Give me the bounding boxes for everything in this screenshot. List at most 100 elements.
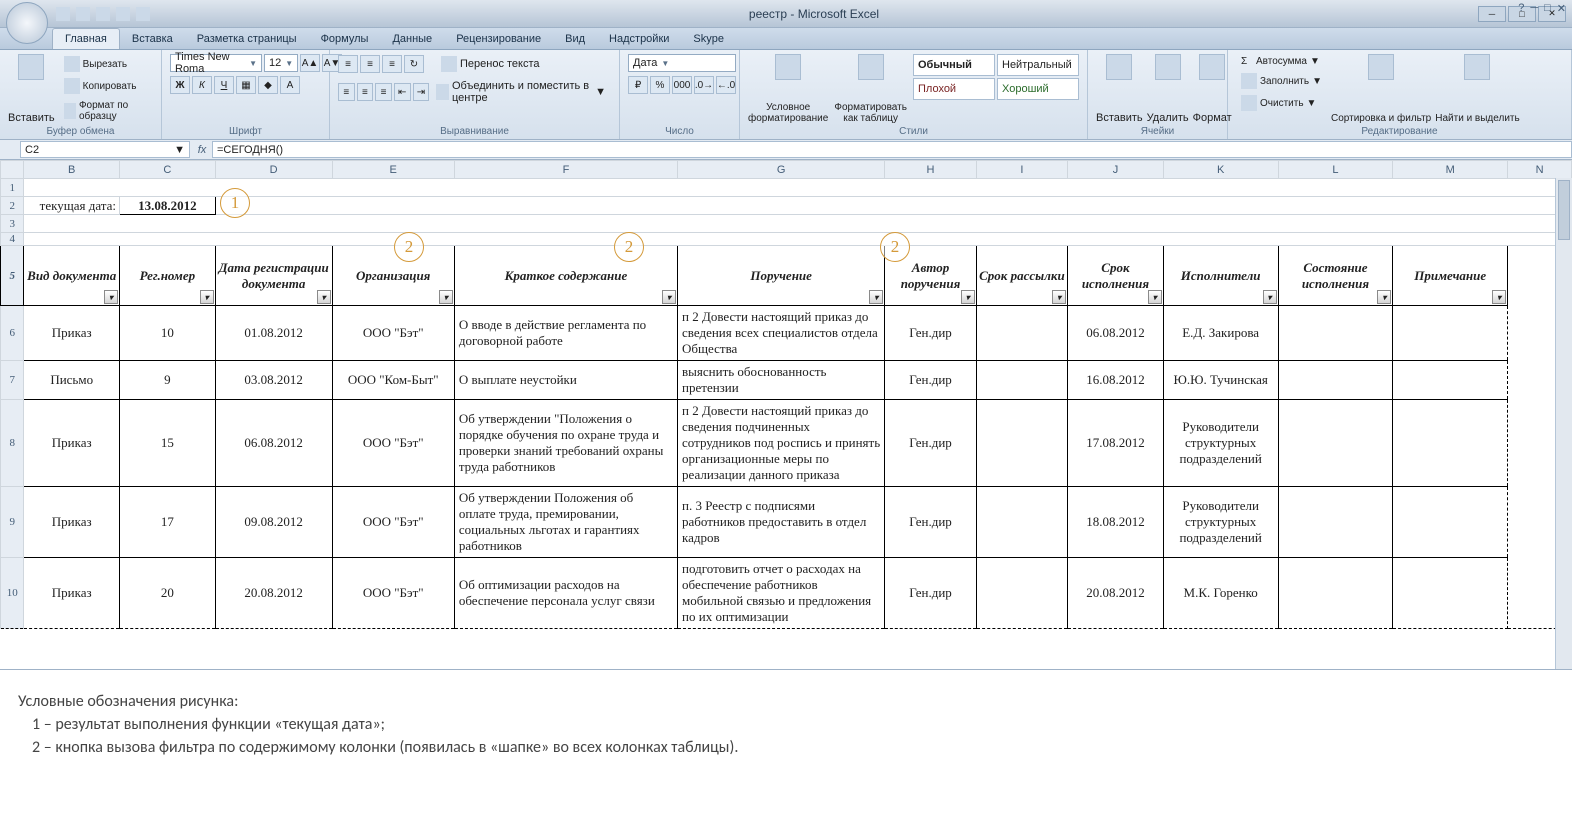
delete-cells-icon[interactable] bbox=[1155, 54, 1181, 80]
tab-addins[interactable]: Надстройки bbox=[597, 29, 681, 49]
align-center-icon[interactable]: ≡ bbox=[357, 83, 374, 101]
cell[interactable] bbox=[1278, 558, 1393, 629]
hdr-org[interactable]: Организация▾ bbox=[332, 246, 454, 306]
tab-skype[interactable]: Skype bbox=[681, 29, 736, 49]
row-hdr-5[interactable]: 5 bbox=[1, 246, 24, 306]
filter-btn-nom[interactable]: ▾ bbox=[200, 290, 214, 304]
close-doc-icon[interactable]: ✕ bbox=[1557, 2, 1566, 15]
cell[interactable] bbox=[1278, 400, 1393, 487]
cell[interactable]: п 2 Довести настоящий приказ до сведения… bbox=[678, 306, 885, 361]
filter-btn-vid[interactable]: ▾ bbox=[104, 290, 118, 304]
cell[interactable]: 01.08.2012 bbox=[215, 306, 332, 361]
cell[interactable]: Руководители структурных подразделений bbox=[1163, 487, 1278, 558]
hdr-rassylka[interactable]: Срок рассылки▾ bbox=[976, 246, 1067, 306]
cell[interactable]: 15 bbox=[120, 400, 216, 487]
cell[interactable]: М.К. Горенко bbox=[1163, 558, 1278, 629]
office-button[interactable] bbox=[6, 2, 48, 44]
col-C[interactable]: C bbox=[120, 161, 216, 179]
cell[interactable]: ООО "Бэт" bbox=[332, 487, 454, 558]
paste-icon[interactable] bbox=[18, 54, 44, 80]
formula-input[interactable]: =СЕГОДНЯ() bbox=[212, 141, 1572, 158]
indent-dec-icon[interactable]: ⇤ bbox=[394, 83, 411, 101]
cell[interactable]: 06.08.2012 bbox=[215, 400, 332, 487]
cell[interactable] bbox=[1393, 487, 1508, 558]
cell[interactable]: ООО "Бэт" bbox=[332, 558, 454, 629]
cell[interactable]: ООО "Бэт" bbox=[332, 306, 454, 361]
cell[interactable]: Об утверждении "Положения о порядке обуч… bbox=[454, 400, 677, 487]
inc-decimals-icon[interactable]: .0→ bbox=[694, 76, 714, 94]
cell[interactable]: Ген.дир bbox=[885, 361, 976, 400]
restore-icon[interactable]: □ bbox=[1544, 2, 1551, 15]
row-hdr[interactable]: 9 bbox=[1, 487, 24, 558]
cond-format-button[interactable]: Условное форматирование bbox=[748, 102, 828, 124]
font-size-combo[interactable]: 12▼ bbox=[264, 54, 298, 72]
hdr-poruch[interactable]: Поручение▾ bbox=[678, 246, 885, 306]
cell[interactable]: Об утверждении Положения об оплате труда… bbox=[454, 487, 677, 558]
border-button[interactable]: ▦ bbox=[236, 76, 256, 94]
cell[interactable]: Приказ bbox=[24, 558, 120, 629]
row-hdr[interactable]: 10 bbox=[1, 558, 24, 629]
sort-filter-icon[interactable] bbox=[1368, 54, 1394, 80]
cell[interactable] bbox=[976, 400, 1067, 487]
cell[interactable]: Ю.Ю. Тучинская bbox=[1163, 361, 1278, 400]
row-hdr[interactable]: 8 bbox=[1, 400, 24, 487]
cell[interactable] bbox=[976, 361, 1067, 400]
percent-icon[interactable]: % bbox=[650, 76, 670, 94]
name-box[interactable]: C2▼ bbox=[20, 141, 190, 158]
font-color-button[interactable]: A bbox=[280, 76, 300, 94]
tab-insert[interactable]: Вставка bbox=[120, 29, 185, 49]
current-date-value[interactable]: 13.08.2012 bbox=[120, 197, 216, 215]
find-select-button[interactable]: Найти и выделить bbox=[1435, 113, 1519, 124]
cell[interactable]: 10 bbox=[120, 306, 216, 361]
tab-data[interactable]: Данные bbox=[380, 29, 444, 49]
hdr-dreg[interactable]: Дата регистрации документа▾ bbox=[215, 246, 332, 306]
cell[interactable]: Приказ bbox=[24, 400, 120, 487]
hdr-kratkoe[interactable]: Краткое содержание▾ bbox=[454, 246, 677, 306]
tab-layout[interactable]: Разметка страницы bbox=[185, 29, 309, 49]
hdr-srok[interactable]: Срок исполнения▾ bbox=[1068, 246, 1164, 306]
col-E[interactable]: E bbox=[332, 161, 454, 179]
align-top-icon[interactable]: ≡ bbox=[338, 55, 358, 73]
format-table-button[interactable]: Форматировать как таблицу bbox=[832, 102, 909, 124]
tab-review[interactable]: Рецензирование bbox=[444, 29, 553, 49]
hdr-vid[interactable]: Вид документа▾ bbox=[24, 246, 120, 306]
clear-button[interactable]: Очистить▼ bbox=[1236, 93, 1327, 113]
indent-inc-icon[interactable]: ⇥ bbox=[413, 83, 430, 101]
current-date-label[interactable]: текущая дата: bbox=[24, 197, 120, 215]
cell[interactable]: 03.08.2012 bbox=[215, 361, 332, 400]
cell[interactable]: подготовить отчет о расходах на обеспече… bbox=[678, 558, 885, 629]
underline-button[interactable]: Ч bbox=[214, 76, 234, 94]
cell[interactable] bbox=[1393, 306, 1508, 361]
col-K[interactable]: K bbox=[1163, 161, 1278, 179]
redo-icon[interactable] bbox=[96, 7, 110, 21]
tab-formulas[interactable]: Формулы bbox=[309, 29, 381, 49]
cell[interactable]: 09.08.2012 bbox=[215, 487, 332, 558]
tab-view[interactable]: Вид bbox=[553, 29, 597, 49]
sort-filter-button[interactable]: Сортировка и фильтр bbox=[1331, 113, 1431, 124]
number-format-combo[interactable]: Дата▼ bbox=[628, 54, 736, 72]
col-D[interactable]: D bbox=[215, 161, 332, 179]
cell[interactable]: О вводе в действие регламента по договор… bbox=[454, 306, 677, 361]
cell[interactable]: ООО "Бэт" bbox=[332, 400, 454, 487]
style-good[interactable]: Хороший bbox=[997, 78, 1079, 100]
cell[interactable]: Приказ bbox=[24, 306, 120, 361]
undo-icon[interactable] bbox=[76, 7, 90, 21]
format-cells-button[interactable]: Формат bbox=[1193, 112, 1232, 124]
col-I[interactable]: I bbox=[976, 161, 1067, 179]
cell[interactable]: 20.08.2012 bbox=[1068, 558, 1164, 629]
style-neutral[interactable]: Нейтральный bbox=[997, 54, 1079, 76]
align-left-icon[interactable]: ≡ bbox=[338, 83, 355, 101]
cell[interactable] bbox=[1393, 361, 1508, 400]
vertical-scrollbar[interactable] bbox=[1555, 178, 1572, 669]
row-hdr[interactable]: 6 bbox=[1, 306, 24, 361]
cell[interactable]: 9 bbox=[120, 361, 216, 400]
hdr-prim[interactable]: Примечание▾ bbox=[1393, 246, 1508, 306]
help-icon[interactable]: ? bbox=[1518, 2, 1524, 15]
fill-button[interactable]: Заполнить▼ bbox=[1236, 71, 1327, 91]
align-mid-icon[interactable]: ≡ bbox=[360, 55, 380, 73]
cell[interactable] bbox=[976, 306, 1067, 361]
cell[interactable]: 16.08.2012 bbox=[1068, 361, 1164, 400]
align-right-icon[interactable]: ≡ bbox=[375, 83, 392, 101]
copy-button[interactable]: Копировать bbox=[59, 76, 153, 96]
format-cells-icon[interactable] bbox=[1199, 54, 1225, 80]
